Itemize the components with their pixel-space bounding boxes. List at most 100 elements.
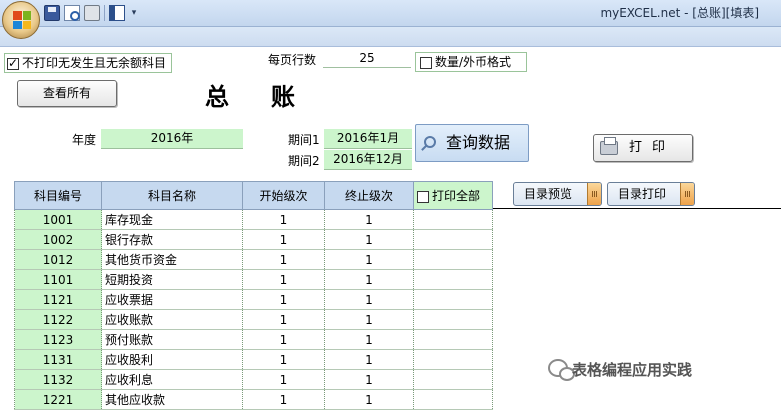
print-preview-icon[interactable] [64,5,80,21]
start-level[interactable]: 1 [242,209,325,230]
query-data-button[interactable]: 查询数据 [415,124,529,162]
account-name[interactable]: 应收利息 [101,369,243,390]
start-level[interactable]: 1 [242,389,325,410]
end-level[interactable]: 1 [324,369,414,390]
checkbox-unchecked-icon[interactable] [417,190,429,203]
print-all-label: 打印全部 [432,189,481,203]
start-level[interactable]: 1 [242,349,325,370]
print-flag-cell[interactable] [413,209,493,230]
period1-field[interactable]: 2016年1月 [324,129,412,149]
table-row[interactable]: 1121 应收票据 1 1 [14,289,493,310]
end-level[interactable]: 1 [324,269,414,290]
print-all-checkbox[interactable]: 打印全部 [413,181,493,210]
rows-per-page-field[interactable]: 25 [323,50,411,68]
page-title: 总账 [205,82,337,111]
period2-field[interactable]: 2016年12月 [324,150,412,170]
end-level[interactable]: 1 [324,209,414,230]
start-level[interactable]: 1 [242,249,325,270]
end-level[interactable]: 1 [324,249,414,270]
account-table: 科目编号 科目名称 开始级次 终止级次 打印全部 1001 库存现金 1 1 1… [14,181,493,410]
account-name[interactable]: 应收账款 [101,309,243,330]
account-name[interactable]: 其他应收款 [101,389,243,410]
print-flag-cell[interactable] [413,329,493,350]
account-name[interactable]: 预付账款 [101,329,243,350]
save-icon[interactable] [44,5,60,21]
year-label: 年度 [72,133,97,147]
table-row[interactable]: 1132 应收利息 1 1 [14,369,493,390]
table-row[interactable]: 1122 应收账款 1 1 [14,309,493,330]
print-flag-cell[interactable] [413,289,493,310]
end-level[interactable]: 1 [324,329,414,350]
table-row[interactable]: 1012 其他货币资金 1 1 [14,249,493,270]
end-level[interactable]: 1 [324,229,414,250]
account-code[interactable]: 1012 [14,249,102,270]
column-header: 科目编号 [14,181,102,210]
qty-format-label: 数量/外币格式 [435,55,512,69]
print-button-label: 打印 [628,140,675,155]
account-code[interactable]: 1122 [14,309,102,330]
table-row[interactable]: 1002 银行存款 1 1 [14,229,493,250]
account-name[interactable]: 其他货币资金 [101,249,243,270]
customize-qat-icon[interactable]: ▾ [129,5,139,21]
office-button[interactable] [2,1,40,39]
column-header: 终止级次 [324,181,414,210]
start-level[interactable]: 1 [242,309,325,330]
quick-access-toolbar: ▾ [44,2,139,24]
printer-icon [600,137,618,155]
rows-per-page-label: 每页行数 [268,53,317,67]
catalog-print-button[interactable]: 目录打印 [607,182,695,206]
catalog-preview-label: 目录预览 [524,187,573,201]
start-level[interactable]: 1 [242,289,325,310]
end-level[interactable]: 1 [324,289,414,310]
print-flag-cell[interactable] [413,349,493,370]
account-name[interactable]: 库存现金 [101,209,243,230]
print-flag-cell[interactable] [413,249,493,270]
column-header: 科目名称 [101,181,243,210]
grid-icon [680,183,694,205]
period1-label: 期间1 [288,133,320,147]
print-icon[interactable] [84,5,100,21]
account-name[interactable]: 短期投资 [101,269,243,290]
year-field[interactable]: 2016年 [101,129,243,149]
account-code[interactable]: 1131 [14,349,102,370]
table-row[interactable]: 1123 预付账款 1 1 [14,329,493,350]
print-button[interactable]: 打印 [593,134,693,162]
checkbox-checked-icon[interactable] [7,56,19,70]
print-flag-cell[interactable] [413,389,493,410]
account-code[interactable]: 1101 [14,269,102,290]
view-all-button[interactable]: 查看所有 [17,80,117,107]
account-name[interactable]: 银行存款 [101,229,243,250]
start-level[interactable]: 1 [242,229,325,250]
account-code[interactable]: 1123 [14,329,102,350]
catalog-print-label: 目录打印 [618,187,667,201]
checkbox-unchecked-icon[interactable] [420,56,432,69]
account-code[interactable]: 1002 [14,229,102,250]
table-row[interactable]: 1001 库存现金 1 1 [14,209,493,230]
catalog-preview-button[interactable]: 目录预览 [513,182,602,206]
table-row[interactable]: 1131 应收股利 1 1 [14,349,493,370]
account-code[interactable]: 1221 [14,389,102,410]
print-flag-cell[interactable] [413,229,493,250]
title-bar: ▾ myEXCEL.net - [总账][填表] [0,0,781,27]
account-code[interactable]: 1121 [14,289,102,310]
start-level[interactable]: 1 [242,369,325,390]
table-row[interactable]: 1101 短期投资 1 1 [14,269,493,290]
print-flag-cell[interactable] [413,269,493,290]
print-flag-cell[interactable] [413,309,493,330]
account-name[interactable]: 应收股利 [101,349,243,370]
print-flag-cell[interactable] [413,369,493,390]
account-name[interactable]: 应收票据 [101,289,243,310]
account-code[interactable]: 1001 [14,209,102,230]
no-print-checkbox[interactable]: 不打印无发生且无余额科目 [4,53,172,73]
start-level[interactable]: 1 [242,269,325,290]
account-code[interactable]: 1132 [14,369,102,390]
end-level[interactable]: 1 [324,349,414,370]
end-level[interactable]: 1 [324,389,414,410]
end-level[interactable]: 1 [324,309,414,330]
table-row[interactable]: 1221 其他应收款 1 1 [14,389,493,410]
qty-format-checkbox[interactable]: 数量/外币格式 [415,52,527,72]
split-view-icon[interactable] [109,5,125,21]
no-print-label: 不打印无发生且无余额科目 [22,56,167,70]
start-level[interactable]: 1 [242,329,325,350]
grid-icon [587,183,601,205]
